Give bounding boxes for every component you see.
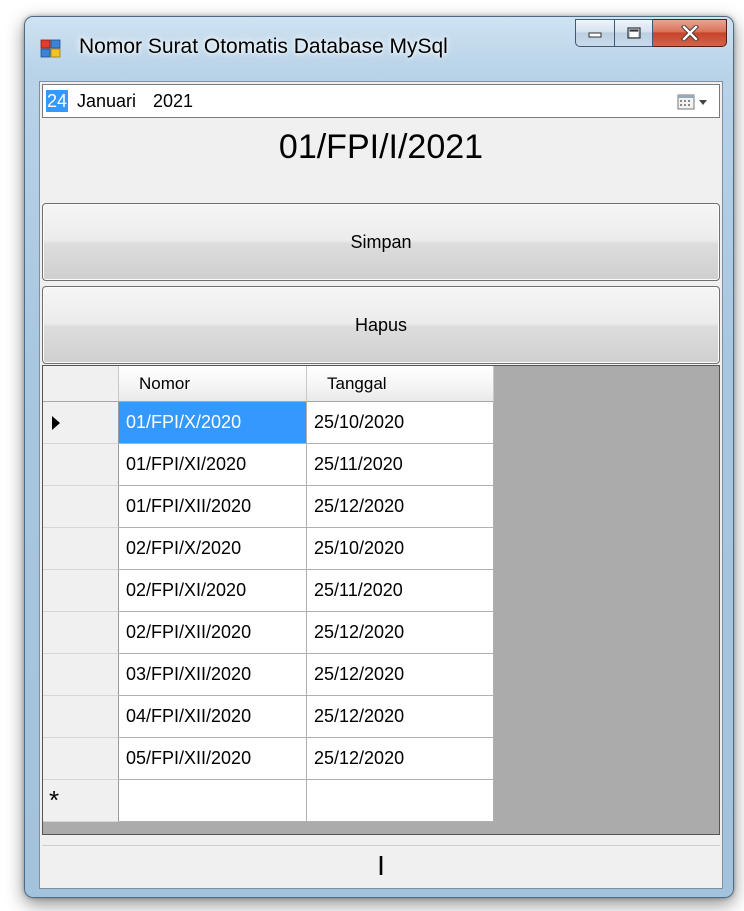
row-header[interactable] [43,570,119,612]
row-header[interactable] [43,738,119,780]
cell-nomor[interactable]: 01/FPI/XI/2020 [119,444,307,486]
cell-nomor[interactable]: 01/FPI/XII/2020 [119,486,307,528]
maximize-button[interactable] [615,19,653,47]
new-row-asterisk-icon: * [49,785,60,815]
row-header[interactable] [43,528,119,570]
winforms-app-icon [40,39,61,58]
close-icon [680,25,699,41]
row-header[interactable] [43,654,119,696]
cell-nomor[interactable]: 02/FPI/XI/2020 [119,570,307,612]
cell-nomor[interactable]: 02/FPI/X/2020 [119,528,307,570]
table-row[interactable]: 02/FPI/X/2020 25/10/2020 [43,528,494,570]
date-picker-day[interactable]: 24 [46,90,69,112]
cell-nomor[interactable]: 04/FPI/XII/2020 [119,696,307,738]
calendar-dropdown-icon [677,94,707,110]
status-area: I [42,845,720,886]
row-header[interactable] [43,402,119,444]
table-row[interactable]: 01/FPI/XII/2020 25/12/2020 [43,486,494,528]
current-row-indicator-icon [52,416,60,430]
date-picker-year[interactable]: 2021 [153,90,193,112]
new-row[interactable]: * [43,780,494,822]
cell-tanggal[interactable]: 25/10/2020 [307,528,494,570]
row-header[interactable] [43,612,119,654]
row-header[interactable] [43,696,119,738]
cell-nomor[interactable]: 01/FPI/X/2020 [119,402,307,444]
form-client-area: 24 Januari 2021 01/FPI/I/2021 Simpan Hap… [39,81,723,889]
row-header[interactable] [43,486,119,528]
cell-tanggal[interactable]: 25/12/2020 [307,696,494,738]
status-label: I [377,850,385,881]
caption-buttons [575,19,727,49]
table-row[interactable]: 01/FPI/X/2020 25/10/2020 [43,402,494,444]
table-row[interactable]: 01/FPI/XI/2020 25/11/2020 [43,444,494,486]
cell-tanggal[interactable]: 25/10/2020 [307,402,494,444]
close-button[interactable] [653,19,727,47]
table-row[interactable]: 04/FPI/XII/2020 25/12/2020 [43,696,494,738]
minimize-button[interactable] [575,19,615,47]
row-header[interactable]: * [43,780,119,822]
cell-tanggal[interactable]: 25/12/2020 [307,738,494,780]
cell-tanggal[interactable]: 25/11/2020 [307,444,494,486]
simpan-button[interactable]: Simpan [42,203,720,281]
cell-nomor[interactable]: 03/FPI/XII/2020 [119,654,307,696]
new-cell-tanggal[interactable] [307,780,494,822]
maximize-icon [626,27,641,39]
table-row[interactable]: 02/FPI/XI/2020 25/11/2020 [43,570,494,612]
title-bar[interactable]: Nomor Surat Otomatis Database MySql [25,17,733,77]
table-row[interactable]: 03/FPI/XII/2020 25/12/2020 [43,654,494,696]
window-title: Nomor Surat Otomatis Database MySql [79,35,448,58]
cell-tanggal[interactable]: 25/12/2020 [307,486,494,528]
cell-tanggal[interactable]: 25/12/2020 [307,654,494,696]
hapus-button[interactable]: Hapus [42,286,720,364]
date-picker[interactable]: 24 Januari 2021 [42,84,720,118]
main-window: Nomor Surat Otomatis Database MySql 24 J… [24,16,734,898]
cell-tanggal[interactable]: 25/11/2020 [307,570,494,612]
row-header[interactable] [43,444,119,486]
date-picker-dropdown-button[interactable] [677,93,713,111]
grid-header-row: Nomor Tanggal [43,366,494,402]
cell-tanggal[interactable]: 25/12/2020 [307,612,494,654]
data-grid-view[interactable]: Nomor Tanggal 01/FPI/X/2020 25/10/2020 0… [42,365,720,835]
date-picker-month[interactable]: Januari [77,90,136,112]
new-cell-nomor[interactable] [119,780,307,822]
table-row[interactable]: 02/FPI/XII/2020 25/12/2020 [43,612,494,654]
generated-nomor-label: 01/FPI/I/2021 [278,128,484,166]
grid-corner-header[interactable] [43,366,119,402]
minimize-icon [588,32,602,38]
cell-nomor[interactable]: 02/FPI/XII/2020 [119,612,307,654]
cell-nomor[interactable]: 05/FPI/XII/2020 [119,738,307,780]
table-row[interactable]: 05/FPI/XII/2020 25/12/2020 [43,738,494,780]
column-header-tanggal[interactable]: Tanggal [307,366,494,402]
column-header-nomor[interactable]: Nomor [119,366,307,402]
